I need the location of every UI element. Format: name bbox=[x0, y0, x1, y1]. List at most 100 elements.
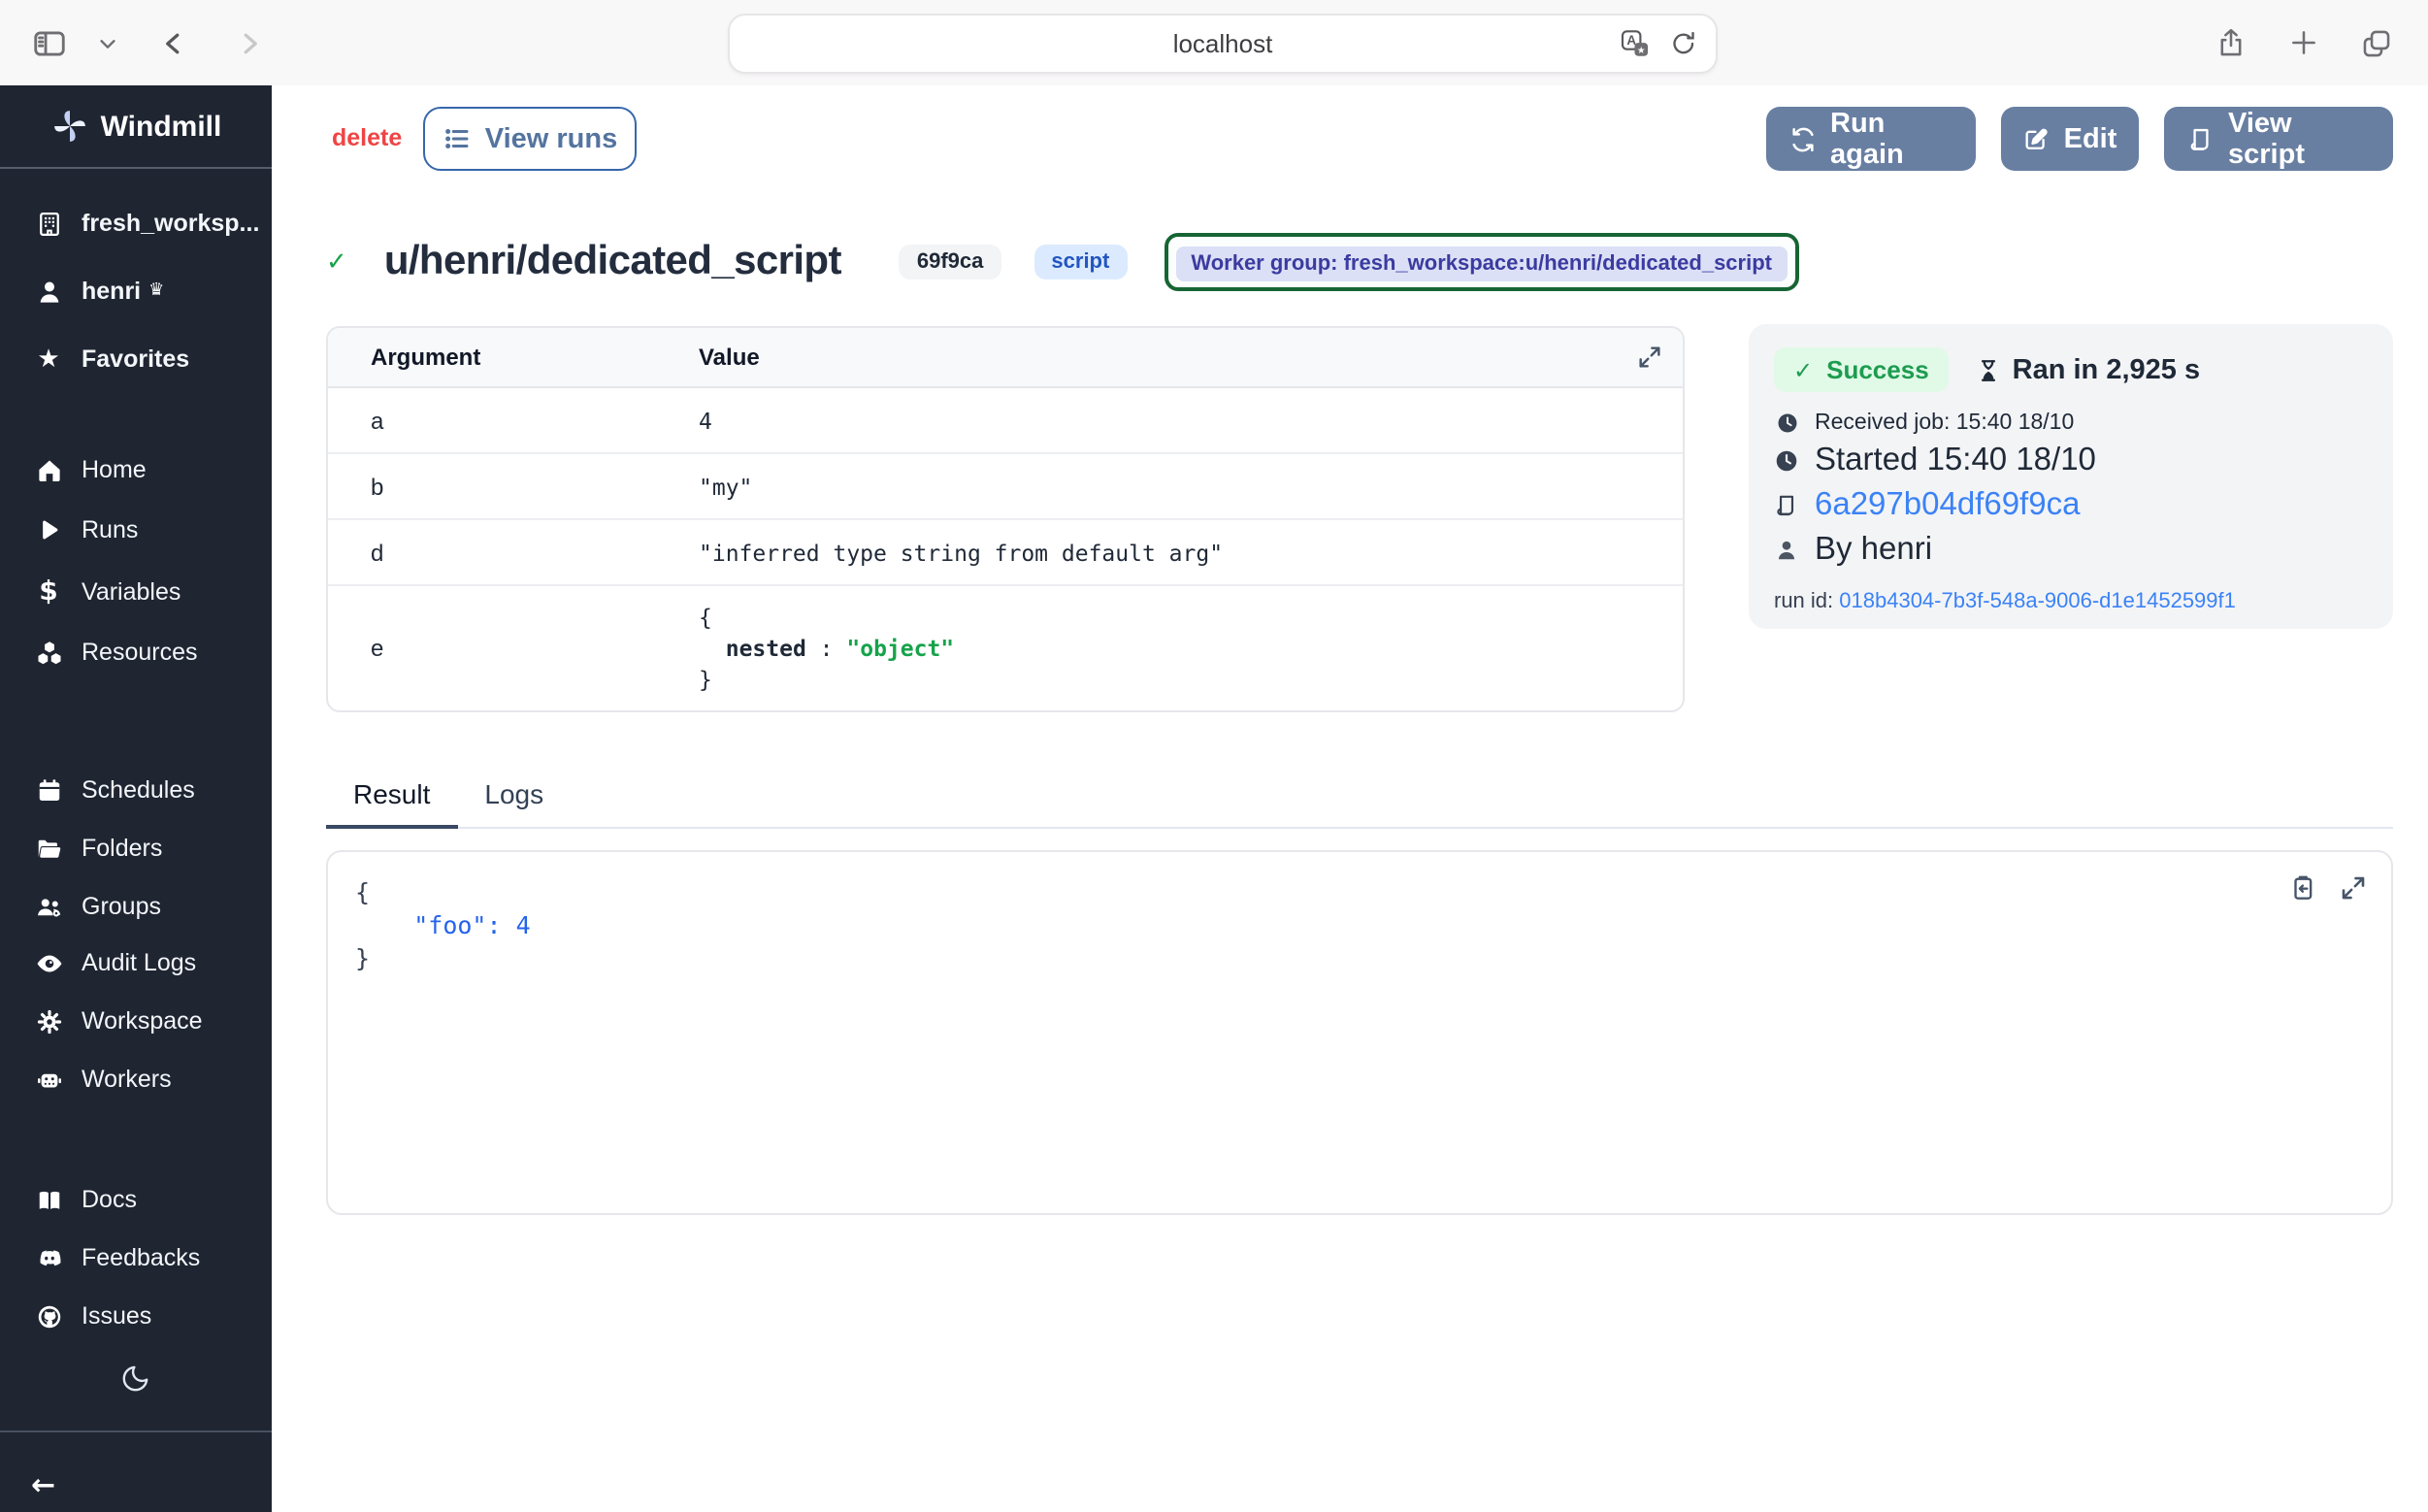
sidebar-item-variables[interactable]: $ Variables bbox=[0, 567, 272, 617]
arguments-table: Argument Value a 4 b "my" d "inferred ty… bbox=[326, 326, 1685, 712]
sidebar-item-groups[interactable]: Groups bbox=[0, 881, 272, 932]
column-header-value: Value bbox=[699, 344, 760, 371]
moon-icon bbox=[120, 1363, 151, 1394]
page-title: u/henri/dedicated_script bbox=[384, 239, 841, 285]
sidebar-item-docs[interactable]: Docs bbox=[0, 1174, 272, 1225]
sidebar-item-folders[interactable]: Folders bbox=[0, 823, 272, 873]
arg-name: b bbox=[328, 473, 699, 500]
new-tab-icon[interactable] bbox=[2288, 27, 2319, 58]
run-again-label: Run again bbox=[1830, 108, 1952, 170]
share-icon[interactable] bbox=[2215, 25, 2248, 60]
main-content: delete View runs Run again bbox=[272, 85, 2428, 1512]
list-icon bbox=[443, 124, 472, 153]
script-hash-badge[interactable]: 69f9ca bbox=[900, 245, 1001, 279]
edit-button[interactable]: Edit bbox=[2001, 107, 2139, 171]
browser-chrome: localhost A ★ bbox=[0, 0, 2428, 87]
folder-open-icon bbox=[29, 834, 68, 863]
worker-group-badge[interactable]: Worker group: fresh_workspace:u/henri/de… bbox=[1175, 247, 1788, 281]
collapse-sidebar-button[interactable]: ← bbox=[31, 1467, 55, 1502]
reload-icon[interactable] bbox=[1669, 29, 1698, 58]
tab-logs[interactable]: Logs bbox=[457, 778, 571, 826]
clock-icon bbox=[1774, 448, 1799, 474]
job-id-link[interactable]: 6a297b04df69f9ca bbox=[1815, 487, 2080, 524]
translate-icon[interactable]: A ★ bbox=[1619, 27, 1652, 60]
hourglass-icon bbox=[1976, 356, 2001, 383]
sidebar-favorites-label: Favorites bbox=[82, 345, 189, 373]
table-row: a 4 bbox=[328, 388, 1683, 454]
table-row: d "inferred type string from default arg… bbox=[328, 520, 1683, 586]
sidebar-item-feedbacks[interactable]: Feedbacks bbox=[0, 1233, 272, 1283]
github-icon bbox=[29, 1301, 68, 1331]
sidebar-item-workers[interactable]: Workers bbox=[0, 1054, 272, 1104]
sidebar-item-user[interactable]: henri ♛ bbox=[0, 266, 272, 316]
arguments-table-header: Argument Value bbox=[328, 328, 1683, 388]
received-job-label: Received job: 15:40 18/10 bbox=[1815, 411, 2074, 435]
table-row: b "my" bbox=[328, 454, 1683, 520]
sidebar-item-workspace[interactable]: fresh_worksp... bbox=[0, 198, 272, 248]
sidebar-toggle-icon[interactable] bbox=[31, 24, 68, 61]
started-row: Started 15:40 18/10 bbox=[1774, 443, 2368, 479]
run-id-link[interactable]: 018b4304-7b3f-548a-9006-d1e1452599f1 bbox=[1839, 590, 2236, 613]
discord-icon bbox=[29, 1243, 68, 1272]
arg-name: a bbox=[328, 407, 699, 434]
started-label: Started 15:40 18/10 bbox=[1815, 443, 2096, 479]
back-button-icon[interactable] bbox=[159, 28, 188, 57]
eye-icon bbox=[29, 948, 68, 977]
scroll-icon bbox=[2187, 125, 2215, 152]
chevron-down-icon[interactable] bbox=[97, 32, 118, 53]
robot-icon bbox=[29, 1065, 68, 1094]
delete-button[interactable]: delete bbox=[332, 124, 402, 151]
play-icon bbox=[29, 516, 68, 543]
status-badge-label: Success bbox=[1826, 355, 1929, 384]
person-icon bbox=[1774, 538, 1799, 563]
user-icon bbox=[29, 277, 68, 306]
book-open-icon bbox=[29, 1185, 68, 1214]
sidebar-schedules-label: Schedules bbox=[82, 776, 195, 804]
by-user-row: By henri bbox=[1774, 532, 2368, 569]
sidebar-item-favorites[interactable]: ★ Favorites bbox=[0, 334, 272, 384]
job-id-row: 6a297b04df69f9ca bbox=[1774, 487, 2368, 524]
expand-result-icon[interactable] bbox=[2339, 873, 2368, 903]
duration-row: Ran in 2,925 s bbox=[1976, 354, 2200, 385]
gear-icon bbox=[29, 1006, 68, 1035]
run-again-button[interactable]: Run again bbox=[1766, 107, 1976, 171]
result-json-open: { bbox=[355, 875, 2364, 908]
home-icon bbox=[29, 455, 68, 484]
dollar-icon: $ bbox=[29, 576, 68, 608]
address-bar[interactable]: localhost A ★ bbox=[728, 14, 1718, 74]
sidebar-item-issues[interactable]: Issues bbox=[0, 1291, 272, 1341]
sidebar-variables-label: Variables bbox=[82, 578, 180, 606]
arg-value: "inferred type string from default arg" bbox=[699, 539, 1223, 566]
run-id-label: run id: bbox=[1774, 590, 1839, 613]
expand-table-icon[interactable] bbox=[1636, 344, 1663, 371]
result-json-body: "foo": 4 bbox=[355, 908, 2364, 941]
screen: localhost A ★ bbox=[0, 0, 2428, 1512]
check-icon: ✓ bbox=[1793, 356, 1813, 383]
building-icon bbox=[29, 209, 68, 238]
copy-result-icon[interactable] bbox=[2288, 873, 2317, 903]
sidebar-item-schedules[interactable]: Schedules bbox=[0, 765, 272, 815]
view-script-label: View script bbox=[2228, 108, 2370, 170]
duration-label: Ran in 2,925 s bbox=[2013, 354, 2200, 385]
arg-name: e bbox=[328, 635, 699, 662]
sidebar-item-audit-logs[interactable]: Audit Logs bbox=[0, 937, 272, 988]
view-script-button[interactable]: View script bbox=[2164, 107, 2393, 171]
tab-result[interactable]: Result bbox=[326, 778, 457, 829]
success-check-icon: ✓ bbox=[326, 247, 347, 277]
windmill-logo-icon bbox=[50, 107, 89, 146]
sidebar-item-home[interactable]: Home bbox=[0, 444, 272, 495]
received-job-row: Received job: 15:40 18/10 bbox=[1776, 411, 2368, 435]
users-gear-icon bbox=[29, 892, 68, 921]
edit-pencil-icon bbox=[2023, 125, 2051, 152]
view-runs-button[interactable]: View runs bbox=[423, 107, 637, 171]
by-user-label: By henri bbox=[1815, 532, 1932, 569]
theme-toggle[interactable] bbox=[0, 1363, 272, 1394]
windmill-logo[interactable]: Windmill bbox=[0, 85, 272, 169]
sidebar-item-runs[interactable]: Runs bbox=[0, 505, 272, 555]
sidebar-item-resources[interactable]: Resources bbox=[0, 627, 272, 677]
refresh-icon bbox=[1789, 125, 1817, 152]
script-kind-badge[interactable]: script bbox=[1034, 245, 1127, 279]
tab-overview-icon[interactable] bbox=[2360, 26, 2393, 59]
sidebar-item-workspace-settings[interactable]: Workspace bbox=[0, 996, 272, 1046]
sidebar-workspace-settings-label: Workspace bbox=[82, 1007, 203, 1035]
